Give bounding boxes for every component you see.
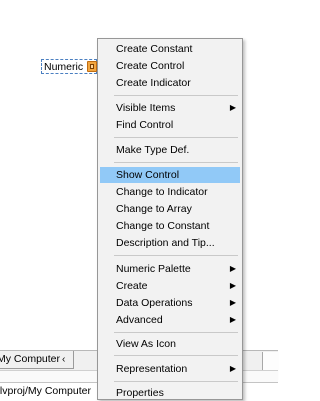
menu-item-label: Make Type Def. — [116, 144, 190, 156]
menu-item-label: Create Control — [116, 60, 185, 72]
submenu-arrow-icon: ▶ — [229, 103, 236, 112]
scroll-left-icon[interactable]: ‹ — [62, 351, 65, 368]
menu-separator — [114, 137, 238, 138]
numeric-terminal[interactable]: Numeric — [41, 59, 97, 74]
menu-item-label: Find Control — [116, 119, 174, 131]
menu-item-view-as-icon[interactable]: View As Icon — [100, 336, 240, 352]
menu-separator — [114, 355, 238, 356]
menu-item-label: Change to Constant — [116, 220, 210, 232]
menu-item-label: Create — [116, 280, 148, 292]
submenu-arrow-icon: ▶ — [229, 315, 236, 324]
menu-item-representation[interactable]: Representation ▶ — [100, 361, 240, 377]
context-menu: Create Constant Create Control Create In… — [97, 38, 243, 400]
menu-item-label: Change to Indicator — [116, 186, 208, 198]
menu-separator — [114, 332, 238, 333]
submenu-arrow-icon: ▶ — [229, 281, 236, 290]
menu-item-label: Properties — [116, 387, 164, 399]
menu-item-create[interactable]: Create ▶ — [100, 278, 240, 294]
numeric-terminal-icon[interactable] — [87, 61, 97, 72]
menu-item-label: Visible Items — [116, 102, 176, 114]
menu-item-find-control[interactable]: Find Control — [100, 117, 240, 133]
menu-item-create-indicator[interactable]: Create Indicator — [100, 75, 240, 91]
numeric-label: Numeric — [44, 61, 84, 73]
menu-item-advanced[interactable]: Advanced ▶ — [100, 312, 240, 328]
menu-item-numeric-palette[interactable]: Numeric Palette ▶ — [100, 261, 240, 277]
menu-item-label: Create Constant — [116, 43, 193, 55]
target-tab[interactable]: My Computer ‹ — [0, 351, 74, 369]
menu-item-label: Advanced — [116, 314, 163, 326]
menu-item-create-control[interactable]: Create Control — [100, 58, 240, 74]
submenu-arrow-icon: ▶ — [229, 264, 236, 273]
menu-item-label: Show Control — [116, 169, 180, 181]
menu-item-label: Create Indicator — [116, 77, 191, 89]
menu-item-label: Change to Array — [116, 203, 192, 215]
menu-item-make-type-def[interactable]: Make Type Def. — [100, 142, 240, 158]
menu-item-properties[interactable]: Properties — [100, 385, 240, 401]
menu-item-change-to-constant[interactable]: Change to Constant — [100, 218, 240, 234]
menu-separator — [114, 255, 238, 256]
menu-item-label: View As Icon — [116, 338, 176, 350]
menu-item-change-to-indicator[interactable]: Change to Indicator — [100, 184, 240, 200]
menu-item-data-operations[interactable]: Data Operations ▶ — [100, 295, 240, 311]
menu-separator — [114, 95, 238, 96]
menu-item-label: Data Operations — [116, 297, 193, 309]
menu-item-show-control[interactable]: Show Control — [100, 167, 240, 183]
menu-item-change-to-array[interactable]: Change to Array — [100, 201, 240, 217]
submenu-arrow-icon: ▶ — [229, 298, 236, 307]
menu-separator — [114, 381, 238, 382]
menu-item-label: Description and Tip... — [116, 237, 215, 249]
menu-separator — [114, 162, 238, 163]
menu-item-visible-items[interactable]: Visible Items ▶ — [100, 100, 240, 116]
menu-item-description-and-tip[interactable]: Description and Tip... — [100, 235, 240, 251]
menu-item-label: Representation — [116, 363, 188, 375]
project-path-text: .lvproj/My Computer — [0, 385, 91, 397]
menu-item-label: Numeric Palette — [116, 263, 191, 275]
target-tab-label: My Computer — [0, 353, 61, 365]
submenu-arrow-icon: ▶ — [229, 364, 236, 373]
menu-item-create-constant[interactable]: Create Constant — [100, 41, 240, 57]
